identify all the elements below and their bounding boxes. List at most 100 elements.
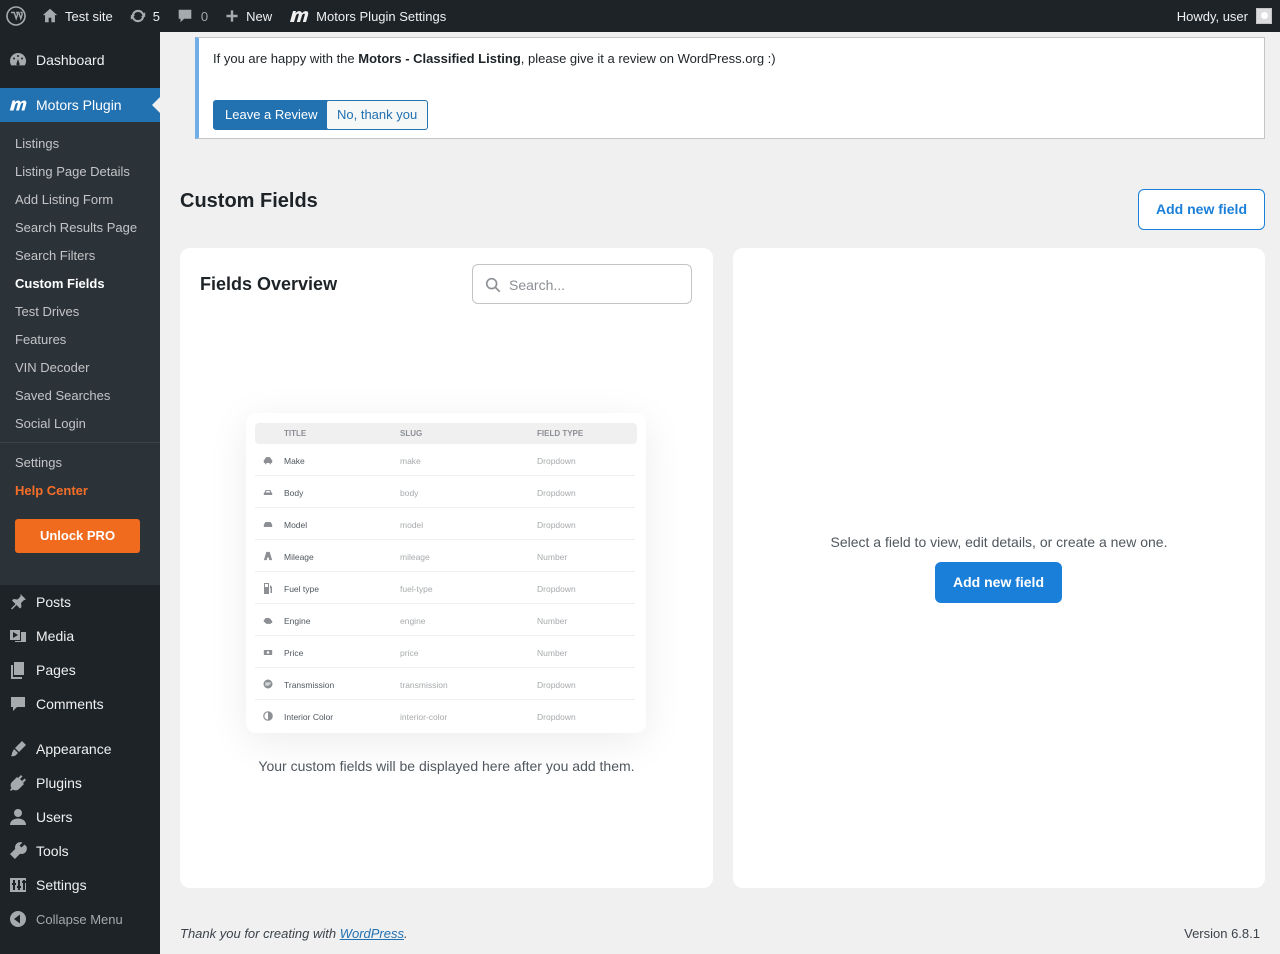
menu-dashboard[interactable]: Dashboard bbox=[0, 43, 160, 77]
road-icon bbox=[263, 551, 273, 561]
add-new-field-button[interactable]: Add new field bbox=[1138, 189, 1265, 230]
menu-settings[interactable]: Settings bbox=[0, 868, 160, 902]
comments-icon bbox=[8, 694, 28, 714]
preview-cell-slug: make bbox=[400, 456, 421, 466]
howdy-text: Howdy, user bbox=[1176, 8, 1248, 24]
submenu-add-listing-form[interactable]: Add Listing Form bbox=[0, 185, 160, 213]
preview-cell-title: Make bbox=[284, 456, 305, 466]
unlock-pro-button[interactable]: Unlock PRO bbox=[15, 519, 140, 553]
updates-count: 5 bbox=[152, 8, 160, 24]
preview-cell-slug: mileage bbox=[400, 552, 430, 562]
no-thank-you-button[interactable]: No, thank you bbox=[326, 100, 429, 130]
preview-cell-slug: body bbox=[400, 488, 419, 498]
updates-link[interactable]: 5 bbox=[121, 0, 168, 32]
engine-icon bbox=[263, 615, 273, 625]
notice-text-after: , please give it a review on WordPress.o… bbox=[520, 51, 776, 66]
leave-review-button[interactable]: Leave a Review bbox=[213, 100, 330, 130]
wordpress-logo-button[interactable] bbox=[0, 0, 33, 32]
new-label: New bbox=[246, 8, 273, 24]
preview-header-title: TITLE bbox=[284, 429, 307, 438]
preview-cell-title: Transmission bbox=[284, 680, 335, 690]
new-content-link[interactable]: New bbox=[216, 0, 280, 32]
notice-text: If you are happy with the Motors - Class… bbox=[213, 51, 776, 66]
preview-cell-title: Body bbox=[284, 488, 304, 498]
menu-plugins[interactable]: Plugins bbox=[0, 766, 160, 800]
page-title: Custom Fields bbox=[180, 190, 318, 212]
preview-cell-type: Number bbox=[537, 648, 568, 658]
menu-posts-label: Posts bbox=[36, 594, 72, 610]
fields-overview-title: Fields Overview bbox=[200, 274, 338, 294]
fuel-pump-icon bbox=[263, 582, 273, 594]
submenu-search-filters[interactable]: Search Filters bbox=[0, 241, 160, 269]
search-icon bbox=[485, 277, 501, 293]
wordpress-link[interactable]: WordPress bbox=[340, 926, 404, 941]
updates-icon bbox=[130, 9, 145, 23]
menu-tools[interactable]: Tools bbox=[0, 834, 160, 868]
preview-cell-type: Dropdown bbox=[537, 680, 576, 690]
search-input[interactable] bbox=[509, 273, 679, 297]
search-field[interactable] bbox=[472, 264, 692, 304]
preview-cell-title: Price bbox=[284, 648, 304, 658]
menu-media[interactable]: Media bbox=[0, 619, 160, 653]
review-notice: If you are happy with the Motors - Class… bbox=[195, 37, 1265, 139]
submenu-vin-decoder[interactable]: VIN Decoder bbox=[0, 353, 160, 381]
preview-cell-slug: interior-color bbox=[400, 712, 448, 722]
menu-media-label: Media bbox=[36, 628, 75, 644]
preview-row: Interior Color interior-color Dropdown bbox=[255, 700, 635, 732]
submenu-test-drives[interactable]: Test Drives bbox=[0, 297, 160, 325]
submenu-features[interactable]: Features bbox=[0, 325, 160, 353]
half-circle-color-icon bbox=[263, 711, 273, 721]
preview-cell-title: Interior Color bbox=[284, 712, 334, 722]
submenu-settings[interactable]: Settings bbox=[0, 448, 160, 476]
preview-cell-type: Dropdown bbox=[537, 584, 576, 594]
empty-state-text: Your custom fields will be displayed her… bbox=[258, 758, 635, 774]
comments-link[interactable]: 0 bbox=[168, 0, 216, 32]
menu-posts[interactable]: Posts bbox=[0, 585, 160, 619]
my-account[interactable]: Howdy, user bbox=[1177, 8, 1280, 24]
media-icon bbox=[8, 626, 28, 646]
users-icon bbox=[8, 807, 28, 827]
preview-cell-type: Dropdown bbox=[537, 712, 576, 722]
preview-table-header: TITLE SLUG FIELD TYPE bbox=[255, 423, 637, 444]
paintbrush-icon bbox=[8, 739, 28, 759]
submenu-listing-page-details[interactable]: Listing Page Details bbox=[0, 157, 160, 185]
notice-plugin-name: Motors - Classified Listing bbox=[358, 51, 521, 66]
site-name: Test site bbox=[65, 8, 113, 24]
add-new-field-primary-button[interactable]: Add new field bbox=[935, 562, 1062, 603]
pages-icon bbox=[8, 660, 28, 680]
car-icon bbox=[263, 455, 273, 465]
submenu-social-login[interactable]: Social Login bbox=[0, 409, 160, 437]
motors-submenu: Listings Listing Page Details Add Listin… bbox=[0, 122, 160, 585]
motors-plugin-settings-link[interactable]: Motors Plugin Settings bbox=[280, 0, 454, 32]
menu-motors-plugin[interactable]: Motors Plugin bbox=[0, 88, 160, 122]
admin-bar: Test site 5 0 New Motors Plugin Settings… bbox=[0, 0, 1280, 32]
submenu-help-center[interactable]: Help Center bbox=[0, 476, 160, 504]
preview-row: Engine engine Number bbox=[255, 604, 635, 636]
field-details-card: Select a field to view, edit details, or… bbox=[733, 248, 1265, 888]
menu-appearance-label: Appearance bbox=[36, 741, 112, 757]
wordpress-icon bbox=[6, 6, 26, 26]
submenu-saved-searches[interactable]: Saved Searches bbox=[0, 381, 160, 409]
collapse-arrow-icon bbox=[8, 909, 28, 929]
menu-users[interactable]: Users bbox=[0, 800, 160, 834]
menu-pages[interactable]: Pages bbox=[0, 653, 160, 687]
preview-row: Model model Dropdown bbox=[255, 508, 635, 540]
collapse-menu-label: Collapse Menu bbox=[36, 911, 123, 927]
collapse-menu-button[interactable]: Collapse Menu bbox=[0, 902, 160, 936]
submenu-search-results-page[interactable]: Search Results Page bbox=[0, 213, 160, 241]
preview-row: Mileage mileage Number bbox=[255, 540, 635, 572]
preview-cell-type: Dropdown bbox=[537, 488, 576, 498]
submenu-listings[interactable]: Listings bbox=[0, 129, 160, 157]
menu-appearance[interactable]: Appearance bbox=[0, 732, 160, 766]
menu-comments[interactable]: Comments bbox=[0, 687, 160, 721]
submenu-custom-fields[interactable]: Custom Fields bbox=[0, 269, 160, 297]
preview-cell-slug: price bbox=[400, 648, 419, 658]
preview-header-field-type: FIELD TYPE bbox=[537, 429, 584, 438]
site-name-link[interactable]: Test site bbox=[33, 0, 121, 32]
menu-comments-label: Comments bbox=[36, 696, 104, 712]
preview-cell-type: Number bbox=[537, 616, 568, 626]
preview-cell-slug: engine bbox=[400, 616, 426, 626]
motors-logo-icon bbox=[290, 11, 309, 22]
preview-cell-title: Fuel type bbox=[284, 584, 319, 594]
menu-dashboard-label: Dashboard bbox=[36, 52, 105, 68]
